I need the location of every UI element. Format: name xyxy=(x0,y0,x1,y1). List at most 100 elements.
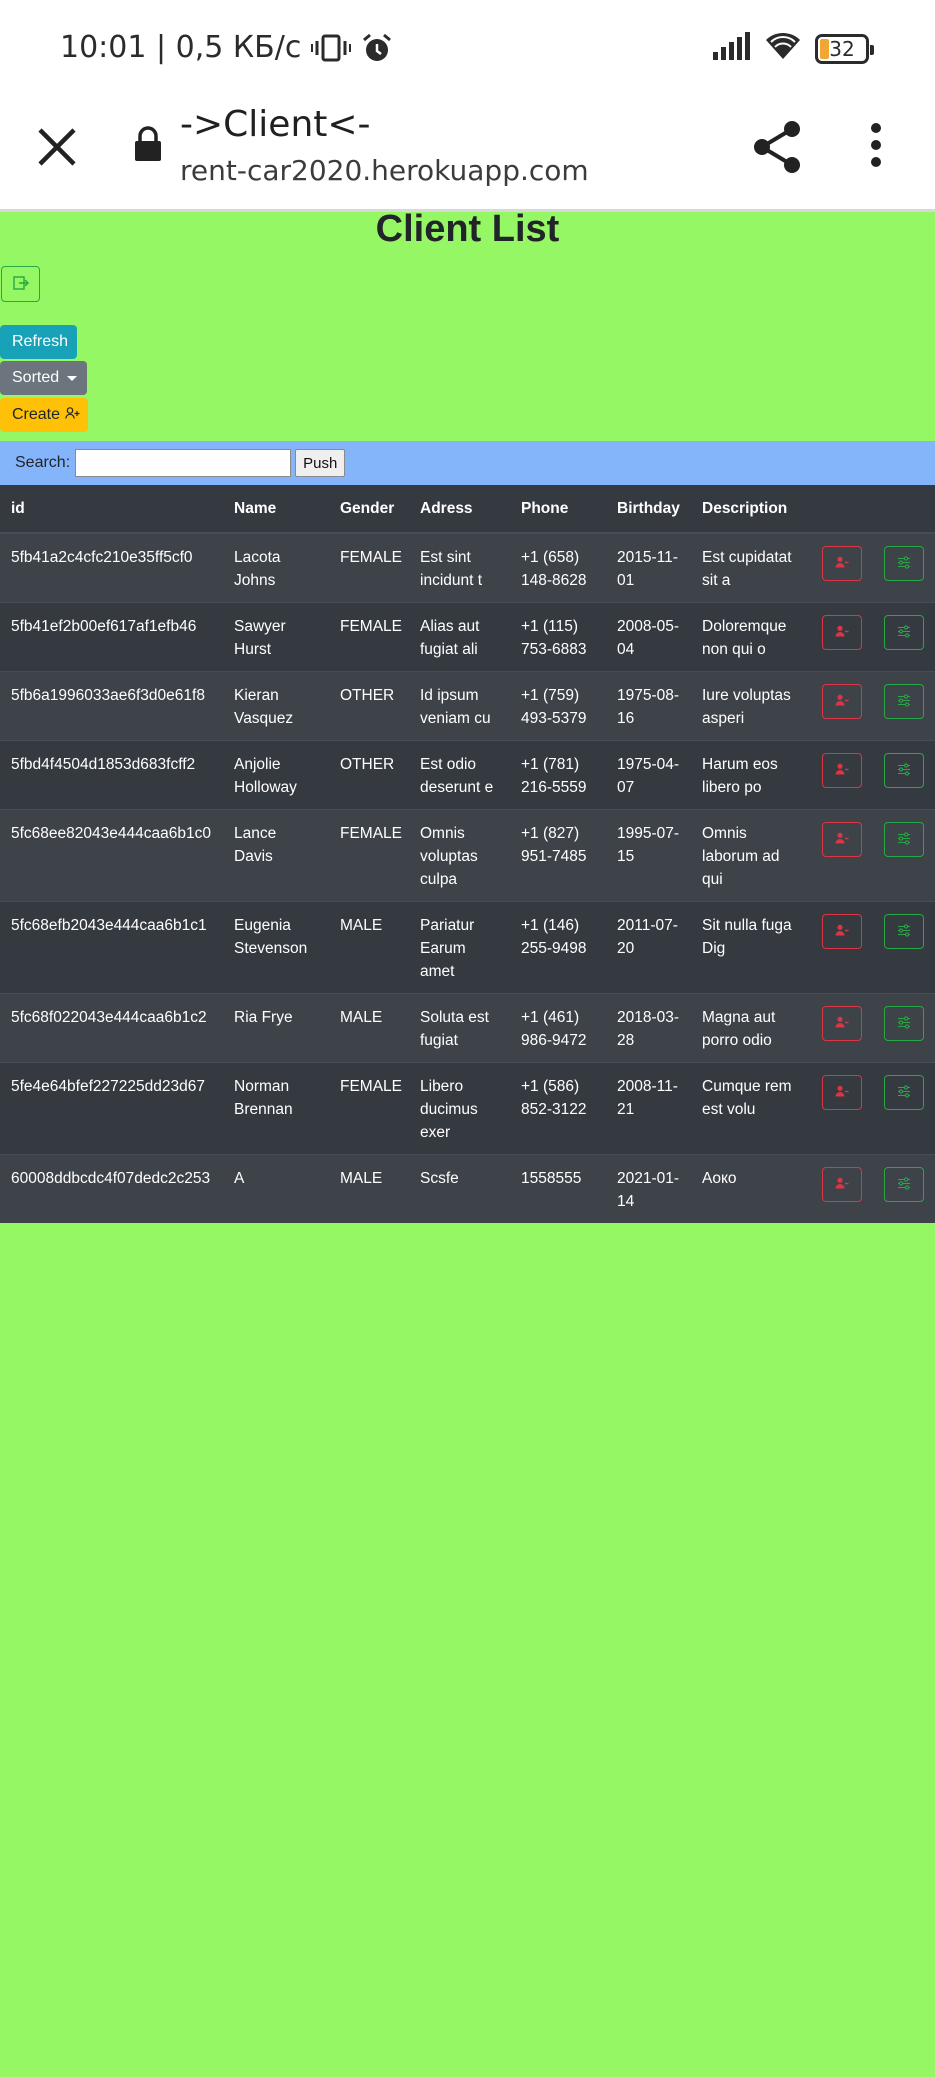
sliders-icon xyxy=(897,1015,911,1032)
delete-client-button[interactable] xyxy=(822,1167,862,1202)
cell-name: Ria Frye xyxy=(223,993,329,1063)
cell-description: Iure voluptas asperi xyxy=(691,671,811,741)
cell-edit xyxy=(873,671,935,741)
cell-phone: 1558555 xyxy=(510,1154,606,1223)
cell-adress: Omnis voluptas culpa xyxy=(409,809,510,902)
share-icon[interactable] xyxy=(752,120,802,179)
delete-client-button[interactable] xyxy=(822,753,862,788)
header-id: id xyxy=(0,485,223,534)
delete-client-button[interactable] xyxy=(822,914,862,949)
edit-client-button[interactable] xyxy=(884,615,924,650)
cell-delete xyxy=(811,740,873,810)
cell-adress: Alias aut fugiat ali xyxy=(409,602,510,672)
cell-gender: MALE xyxy=(329,901,409,994)
edit-client-button[interactable] xyxy=(884,822,924,857)
search-label: Search: xyxy=(15,454,71,471)
remove-user-icon xyxy=(835,625,849,640)
delete-client-button[interactable] xyxy=(822,684,862,719)
edit-client-button[interactable] xyxy=(884,546,924,581)
cell-name: A xyxy=(223,1154,329,1223)
cell-id: 5fbd4f4504d1853d683fcff2 xyxy=(0,740,223,810)
sliders-icon xyxy=(897,624,911,641)
cell-gender: FEMALE xyxy=(329,532,409,603)
edit-client-button[interactable] xyxy=(884,753,924,788)
sliders-icon xyxy=(897,831,911,848)
table-header-row: id Name Gender Adress Phone Birthday Des… xyxy=(0,485,935,534)
cell-id: 5fb41ef2b00ef617af1efb46 xyxy=(0,602,223,672)
edit-client-button[interactable] xyxy=(884,684,924,719)
delete-client-button[interactable] xyxy=(822,822,862,857)
remove-user-icon xyxy=(835,763,849,778)
cell-birthday: 2015-11-01 xyxy=(606,532,691,603)
cell-id: 5fb41a2c4cfc210e35ff5cf0 xyxy=(0,532,223,603)
create-button[interactable]: Create xyxy=(0,398,88,432)
cell-adress: Scsfe xyxy=(409,1154,510,1223)
header-edit xyxy=(873,485,935,534)
close-icon[interactable] xyxy=(36,126,78,168)
edit-client-button[interactable] xyxy=(884,1167,924,1202)
cell-birthday: 1995-07-15 xyxy=(606,809,691,902)
lock-icon[interactable] xyxy=(133,126,163,167)
logout-button[interactable] xyxy=(1,266,40,302)
table-row: 5fc68f022043e444caa6b1c2 Ria Frye MALE Solu… xyxy=(0,993,935,1063)
cell-gender: OTHER xyxy=(329,740,409,810)
cell-description: Аоко xyxy=(691,1154,811,1223)
search-input[interactable] xyxy=(75,449,292,477)
cell-delete xyxy=(811,809,873,902)
header-adress: Adress xyxy=(409,485,510,534)
refresh-label: Refresh xyxy=(12,333,69,350)
edit-client-button[interactable] xyxy=(884,914,924,949)
sliders-icon xyxy=(897,693,911,710)
cell-delete xyxy=(811,602,873,672)
sliders-icon xyxy=(897,762,911,779)
table-row: 5fb41ef2b00ef617af1efb46 Sawyer Hurst FEMA… xyxy=(0,602,935,672)
page-title: Client List xyxy=(375,208,560,250)
cell-description: Harum eos libero po xyxy=(691,740,811,810)
remove-user-icon xyxy=(835,924,849,939)
add-user-icon xyxy=(60,406,80,424)
cell-id: 5fe4e64bfef227225dd23d67 xyxy=(0,1062,223,1155)
signal-icon xyxy=(713,32,751,65)
cell-edit xyxy=(873,532,935,603)
refresh-button[interactable]: Refresh xyxy=(0,325,77,359)
more-options-icon[interactable] xyxy=(868,122,884,173)
push-button[interactable]: Push xyxy=(295,449,346,477)
cell-delete xyxy=(811,1062,873,1155)
cell-adress: Libero ducimus exer xyxy=(409,1062,510,1155)
header-description: Description xyxy=(691,485,811,534)
cell-name: Anjolie Holloway xyxy=(223,740,329,810)
cell-phone: +1 (146) 255-9498 xyxy=(510,901,606,994)
cell-gender: OTHER xyxy=(329,671,409,741)
sorted-label: Sorted xyxy=(12,369,60,386)
delete-client-button[interactable] xyxy=(822,1075,862,1110)
edit-client-button[interactable] xyxy=(884,1006,924,1041)
remove-user-icon xyxy=(835,1085,849,1100)
cell-adress: Id ipsum veniam cu xyxy=(409,671,510,741)
battery-icon: 32 xyxy=(815,33,874,64)
table-row: 5fb6a1996033ae6f3d0e61f8 Kieran Vasquez OT… xyxy=(0,671,935,741)
edit-client-button[interactable] xyxy=(884,1075,924,1110)
cell-delete xyxy=(811,532,873,603)
header-gender: Gender xyxy=(329,485,409,534)
cell-adress: Est odio deserunt e xyxy=(409,740,510,810)
cell-delete xyxy=(811,1154,873,1223)
search-bar: Search: Push xyxy=(0,441,935,485)
cell-name: Lacota Johns xyxy=(223,532,329,603)
cell-name: Kieran Vasquez xyxy=(223,671,329,741)
cell-name: Lance Davis xyxy=(223,809,329,902)
cell-description: Sit nulla fuga Dig xyxy=(691,901,811,994)
cell-phone: +1 (827) 951-7485 xyxy=(510,809,606,902)
cell-delete xyxy=(811,671,873,741)
cell-id: 5fc68f022043e444caa6b1c2 xyxy=(0,993,223,1063)
cell-delete xyxy=(811,993,873,1063)
table-row: 5fc68efb2043e444caa6b1c1 Eugenia Stevenso… xyxy=(0,901,935,994)
remove-user-icon xyxy=(835,832,849,847)
caret-down-icon xyxy=(67,375,78,381)
url-text[interactable]: rent-car2020.herokuapp.com xyxy=(180,154,589,187)
delete-client-button[interactable] xyxy=(822,546,862,581)
delete-client-button[interactable] xyxy=(822,1006,862,1041)
delete-client-button[interactable] xyxy=(822,615,862,650)
cell-edit xyxy=(873,993,935,1063)
cell-description: Magna aut porro odio xyxy=(691,993,811,1063)
sorted-dropdown-button[interactable]: Sorted xyxy=(0,361,87,395)
